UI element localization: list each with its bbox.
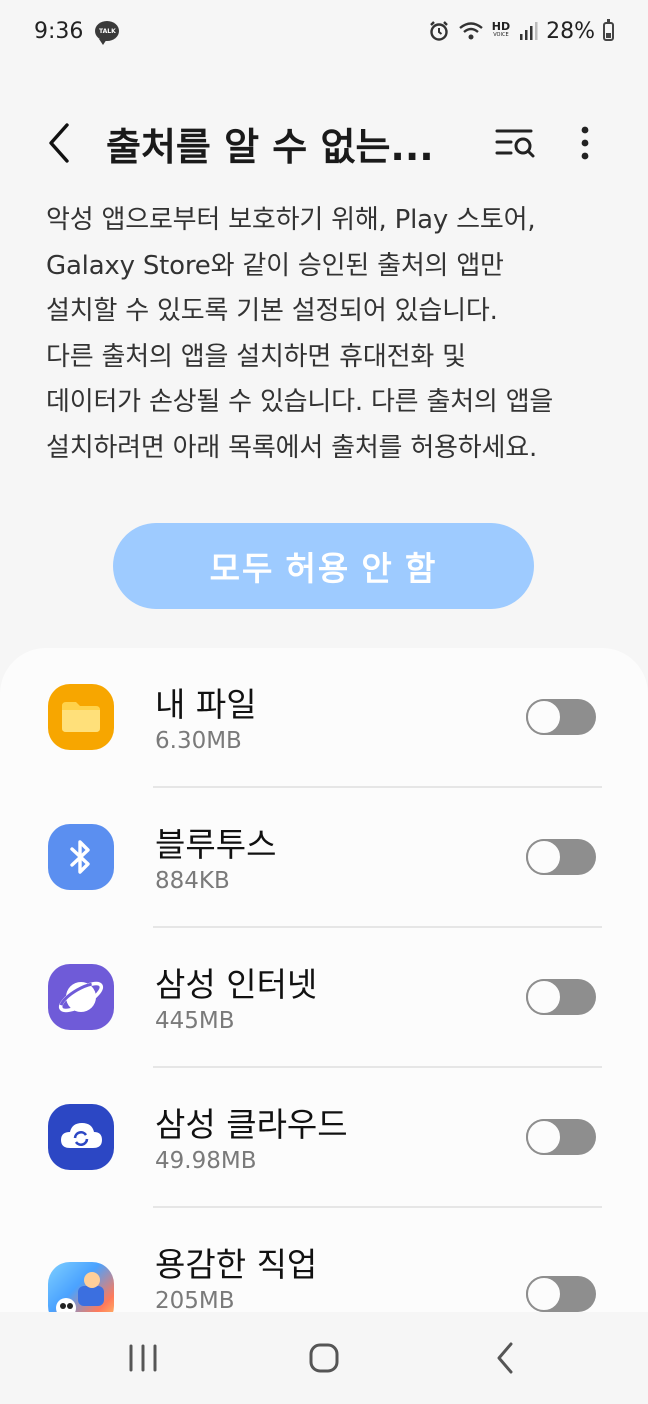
description-text: 악성 앱으로부터 보호하기 위해, Play 스토어, Galaxy Store… <box>46 198 616 471</box>
description-line: 데이터가 손상될 수 있습니다. 다른 출처의 앱을 <box>46 387 554 417</box>
battery-percent: 28% <box>546 18 595 44</box>
status-time: 9:36 <box>34 18 84 44</box>
status-bar: 9:36 TALK HD VOICE 28% <box>0 0 648 62</box>
app-size: 884KB <box>155 868 230 894</box>
back-button[interactable] <box>20 103 100 183</box>
navigation-bar <box>0 1312 648 1404</box>
toggle-knob <box>526 1276 562 1312</box>
home-button[interactable] <box>279 1318 369 1398</box>
allow-toggle[interactable] <box>526 839 596 875</box>
description-line: 설치하려면 아래 목록에서 출처를 허용하세요. <box>46 432 538 463</box>
hd-voice-icon: HD VOICE <box>491 20 511 40</box>
alarm-icon <box>429 21 448 41</box>
app-list: 내 파일 6.30MB 블루투스 884KB 삼성 인터넷 445MB 삼성 클… <box>0 648 648 1348</box>
back-arrow-icon <box>497 1342 513 1374</box>
bluetooth-icon <box>48 824 114 890</box>
list-item[interactable]: 삼성 클라우드 49.98MB <box>0 1068 648 1208</box>
nav-back-button[interactable] <box>460 1318 550 1398</box>
hd-label: HD <box>491 20 511 33</box>
toggle-knob <box>526 1119 562 1155</box>
home-icon <box>309 1343 339 1373</box>
app-size: 49.98MB <box>155 1148 257 1174</box>
app-size: 445MB <box>155 1008 235 1034</box>
list-search-icon <box>495 129 535 158</box>
description-line: 악성 앱으로부터 보호하기 위해, Play 스토어, <box>46 205 536 235</box>
deny-all-button[interactable]: 모두 허용 안 함 <box>113 523 534 609</box>
allow-toggle[interactable] <box>526 699 596 735</box>
description-line: 설치할 수 있도록 기본 설정되어 있습니다. <box>46 296 498 326</box>
search-settings-button[interactable] <box>484 111 548 175</box>
more-vertical-icon <box>581 126 589 160</box>
app-name: 용감한 직업 <box>155 1245 318 1284</box>
allow-toggle[interactable] <box>526 1276 596 1312</box>
wifi-icon <box>458 22 483 40</box>
more-options-button[interactable] <box>553 111 617 175</box>
list-item[interactable]: 내 파일 6.30MB <box>0 648 648 788</box>
toggle-knob <box>526 979 562 1015</box>
description-line: 다른 출처의 앱을 설치하면 휴대전화 및 <box>46 341 466 372</box>
samsung-cloud-icon <box>48 1104 114 1170</box>
app-size: 6.30MB <box>155 728 242 754</box>
app-size: 205MB <box>155 1288 235 1314</box>
app-name: 삼성 클라우드 <box>155 1105 348 1144</box>
chevron-left-icon <box>49 123 69 163</box>
samsung-internet-icon <box>48 964 114 1030</box>
battery-icon <box>603 18 614 41</box>
app-name: 삼성 인터넷 <box>155 965 318 1004</box>
allow-toggle[interactable] <box>526 1119 596 1155</box>
app-name: 내 파일 <box>155 685 257 724</box>
toggle-knob <box>526 839 562 875</box>
recent-apps-icon <box>129 1344 157 1372</box>
description-line: Galaxy Store와 같이 승인된 출처의 앱만 <box>46 250 504 281</box>
allow-toggle[interactable] <box>526 979 596 1015</box>
toggle-knob <box>526 699 562 735</box>
app-name: 블루투스 <box>155 825 277 864</box>
recent-apps-button[interactable] <box>98 1318 188 1398</box>
list-item[interactable]: 삼성 인터넷 445MB <box>0 928 648 1068</box>
page-title: 출처를 알 수 없는... <box>106 124 434 169</box>
kakaotalk-notification-icon: TALK <box>95 21 120 45</box>
voice-label: VOICE <box>493 32 509 38</box>
folder-icon <box>48 684 114 750</box>
signal-icon <box>520 22 538 40</box>
app-bar: 출처를 알 수 없는... <box>0 100 648 186</box>
list-item[interactable]: 블루투스 884KB <box>0 788 648 928</box>
